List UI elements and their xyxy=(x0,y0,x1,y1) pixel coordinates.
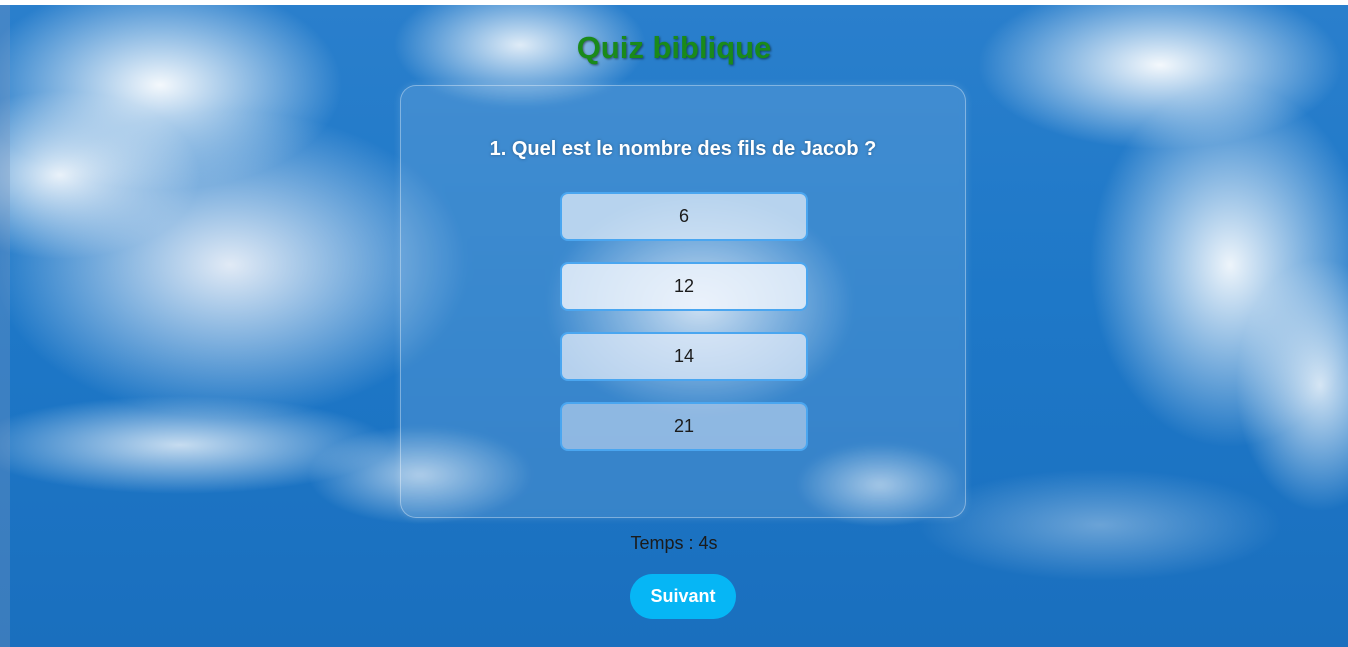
timer-text: Temps : 4s xyxy=(630,533,718,553)
answer-option-3[interactable]: 14 xyxy=(560,332,808,381)
answer-option-2[interactable]: 12 xyxy=(560,262,808,311)
quiz-card: 1. Quel est le nombre des fils de Jacob … xyxy=(400,85,966,518)
page-title: Quiz biblique xyxy=(576,30,772,65)
next-button[interactable]: Suivant xyxy=(630,574,736,619)
question-text: 1. Quel est le nombre des fils de Jacob … xyxy=(489,138,877,160)
answer-option-1[interactable]: 6 xyxy=(560,192,808,241)
answer-option-4[interactable]: 21 xyxy=(560,402,808,451)
